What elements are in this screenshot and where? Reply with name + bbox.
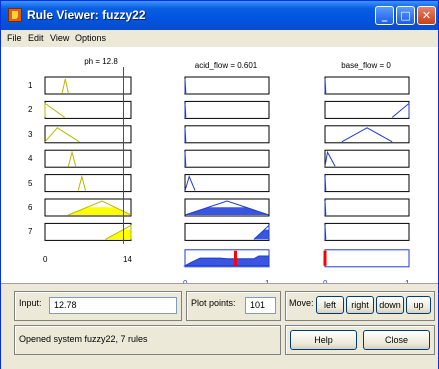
rule-2-acid-box bbox=[184, 100, 270, 119]
rule-5-acid-box bbox=[184, 174, 270, 193]
menu-options[interactable]: Options bbox=[75, 33, 106, 43]
base-aggregate-box bbox=[324, 249, 410, 268]
title-bar[interactable]: Rule Viewer: fuzzy22 _ □ ✕ bbox=[1, 1, 438, 30]
input-field[interactable]: 12.78 bbox=[49, 297, 177, 314]
rule-3-acid-box bbox=[184, 125, 270, 144]
rule-1-base-box bbox=[324, 76, 410, 95]
rule-5-ph-box bbox=[44, 174, 132, 193]
input-label: Input: bbox=[19, 298, 42, 308]
close-button[interactable]: Close bbox=[363, 330, 430, 350]
rule-4-acid-box bbox=[184, 149, 270, 168]
menu-file[interactable]: File bbox=[7, 33, 22, 43]
move-right-button[interactable]: right bbox=[346, 296, 374, 314]
matlab-icon bbox=[8, 8, 22, 22]
move-up-button[interactable]: up bbox=[406, 296, 431, 314]
minimize-icon[interactable]: _ bbox=[375, 6, 394, 25]
rule-4-base-box bbox=[324, 149, 410, 168]
status-text: Opened system fuzzy22, 7 rules bbox=[19, 334, 148, 344]
rule-2-ph-box bbox=[44, 100, 132, 119]
rule-5-base-box bbox=[324, 174, 410, 193]
maximize-icon[interactable]: □ bbox=[396, 6, 415, 25]
rule-7-base-box bbox=[324, 222, 410, 241]
menu-bar: File Edit View Options bbox=[1, 30, 438, 47]
rule-viewer-window: Rule Viewer: fuzzy22 _ □ ✕ File Edit Vie… bbox=[0, 0, 439, 369]
plot-points-label: Plot points: bbox=[191, 298, 236, 308]
rule-1-acid-box bbox=[184, 76, 270, 95]
rule-6-base-box bbox=[324, 198, 410, 217]
menu-edit[interactable]: Edit bbox=[28, 33, 44, 43]
menu-view[interactable]: View bbox=[50, 33, 69, 43]
rule-2-base-box bbox=[324, 100, 410, 119]
control-panel: Input: 12.78 Plot points: 101 Move: left… bbox=[1, 283, 438, 369]
rule-4-ph-box bbox=[44, 149, 132, 168]
close-icon[interactable]: ✕ bbox=[417, 6, 436, 25]
rule-plots[interactable] bbox=[1, 47, 438, 283]
help-button[interactable]: Help bbox=[290, 330, 357, 350]
move-down-button[interactable]: down bbox=[376, 296, 404, 314]
window-title: Rule Viewer: fuzzy22 bbox=[27, 8, 146, 22]
move-label: Move: bbox=[289, 298, 314, 308]
move-left-button[interactable]: left bbox=[316, 296, 344, 314]
rule-1-ph-box bbox=[44, 76, 132, 95]
plot-points-field[interactable]: 101 bbox=[245, 297, 276, 314]
